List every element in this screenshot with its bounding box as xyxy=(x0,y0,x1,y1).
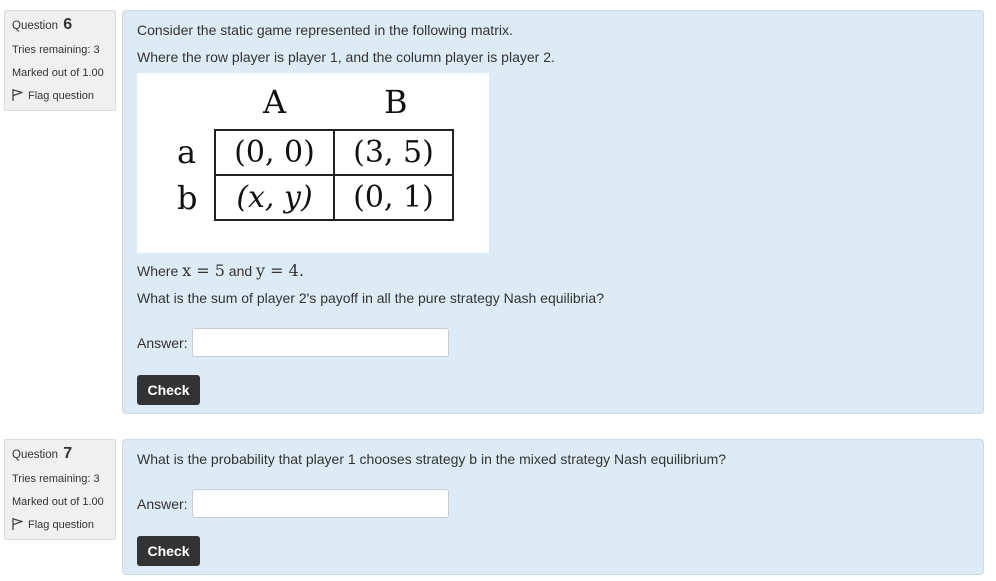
question-7-marked: Marked out of 1.00 xyxy=(12,496,104,508)
question-6-tries: Tries remaining: 3 xyxy=(12,44,100,56)
where-prefix: Where xyxy=(137,263,179,279)
column-header-a: A xyxy=(263,83,287,121)
question-7-number: Question 7 xyxy=(12,445,73,462)
question-7-answer-label: Answer: xyxy=(137,496,188,512)
payoff-cell-a-A: (0, 0) xyxy=(214,129,335,176)
question-6-intro-1: Consider the static game represented in … xyxy=(137,22,513,38)
question-7-check-button[interactable]: Check xyxy=(137,536,200,566)
question-7-answer-input[interactable] xyxy=(192,489,449,518)
question-7-content: What is the probability that player 1 ch… xyxy=(122,439,984,575)
payoff-matrix: A B a b (0, 0) (3, 5) (x, y) (0, 1) xyxy=(137,73,489,253)
flag-label: Flag question xyxy=(28,90,95,102)
payoff-row-a: (0, 0) (3, 5) xyxy=(214,129,454,176)
question-6-answer-label: Answer: xyxy=(137,335,188,351)
payoff-table: (0, 0) (3, 5) (x, y) (0, 1) xyxy=(214,129,454,221)
row-header-b: b xyxy=(177,179,198,217)
question-7-prompt: What is the probability that player 1 ch… xyxy=(137,451,727,467)
payoff-row-b: (x, y) (0, 1) xyxy=(214,174,454,221)
question-6-content: Consider the static game represented in … xyxy=(122,10,984,414)
question-7-tries: Tries remaining: 3 xyxy=(12,473,100,485)
question-7-info: Question 7 Tries remaining: 3 Marked out… xyxy=(4,439,116,540)
question-6-intro-2: Where the row player is player 1, and th… xyxy=(137,49,555,65)
question-6-info: Question 6 Tries remaining: 3 Marked out… xyxy=(4,10,116,111)
question-6-prompt: What is the sum of player 2's payoff in … xyxy=(137,290,604,306)
question-7-flag-button[interactable]: Flag question xyxy=(12,514,115,537)
row-header-a: a xyxy=(177,133,197,171)
question-6-check-button[interactable]: Check xyxy=(137,375,200,405)
question-6-where: Where x = 5 and y = 4. xyxy=(137,261,304,280)
payoff-cell-a-B: (3, 5) xyxy=(333,129,454,176)
question-6-marked: Marked out of 1.00 xyxy=(12,67,104,79)
question-6-flag-button[interactable]: Flag question xyxy=(12,85,115,108)
flag-icon xyxy=(12,89,24,101)
flag-label: Flag question xyxy=(28,519,95,531)
payoff-cell-b-A: (x, y) xyxy=(214,174,335,221)
question-6-answer-input[interactable] xyxy=(192,328,449,357)
question-6-number: Question 6 xyxy=(12,16,73,33)
where-x: x = 5 xyxy=(182,261,225,280)
where-y: y = 4. xyxy=(256,261,304,280)
where-and: and xyxy=(228,263,253,279)
payoff-cell-b-B: (0, 1) xyxy=(333,174,454,221)
column-header-b: B xyxy=(384,83,408,121)
flag-icon xyxy=(12,518,24,530)
